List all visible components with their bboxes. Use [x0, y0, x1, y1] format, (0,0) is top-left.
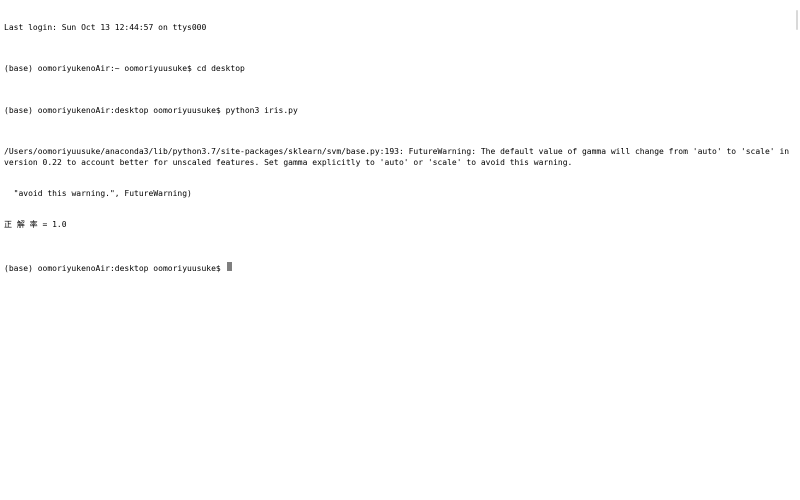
prompt-line-2: (base) oomoriyukenoAir:desktop oomoriyuu…: [4, 106, 796, 116]
result-output-line: 正 解 率 = 1.0: [4, 220, 796, 230]
cursor-block-icon: [227, 262, 232, 271]
login-info-line: Last login: Sun Oct 13 12:44:57 on ttys0…: [4, 23, 796, 33]
warning-output-line: /Users/oomoriyuusuke/anaconda3/lib/pytho…: [4, 147, 796, 168]
current-prompt-line[interactable]: (base) oomoriyukenoAir:desktop oomoriyuu…: [4, 262, 796, 274]
prompt-line-1: (base) oomoriyukenoAir:~ oomoriyuusuke$ …: [4, 64, 796, 74]
shell-prompt: (base) oomoriyukenoAir:~ oomoriyuusuke$: [4, 64, 197, 74]
warning-output-line: "avoid this warning.", FutureWarning): [4, 189, 796, 199]
terminal-window[interactable]: Last login: Sun Oct 13 12:44:57 on ttys0…: [0, 0, 800, 500]
scrollbar-thumb[interactable]: [796, 10, 798, 30]
typed-command: cd desktop: [197, 64, 245, 74]
shell-prompt: (base) oomoriyukenoAir:desktop oomoriyuu…: [4, 264, 226, 274]
typed-command: python3 iris.py: [226, 106, 298, 116]
shell-prompt: (base) oomoriyukenoAir:desktop oomoriyuu…: [4, 106, 226, 116]
